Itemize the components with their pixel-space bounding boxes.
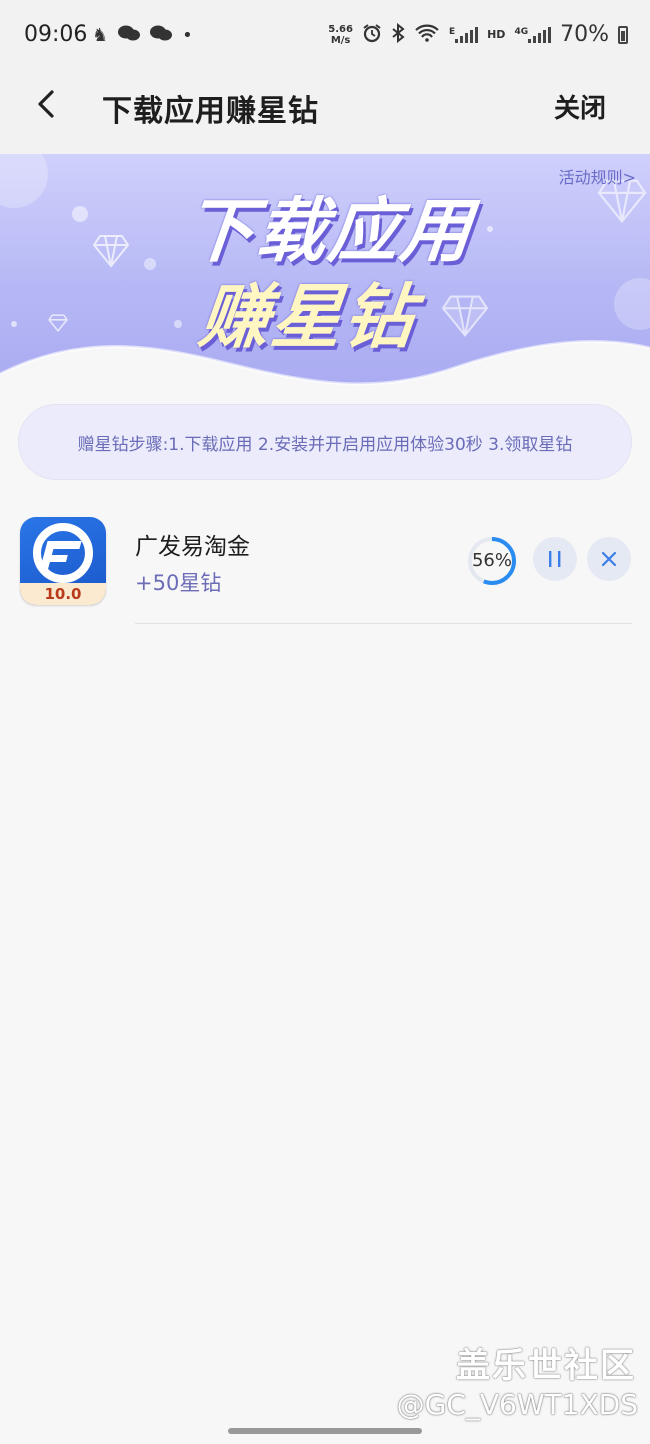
back-button[interactable] [30,84,70,124]
battery-icon [618,25,628,44]
app-header: 下载应用赚星钻 关闭 [0,70,650,154]
pause-icon [549,551,561,567]
status-time: 09:06 [24,22,88,47]
hd-label: HD [487,28,506,41]
chevron-left-icon [38,90,54,118]
pause-button[interactable] [533,537,577,581]
signal-bars-icon-2 [528,26,552,43]
steps-text: 赠星钻步骤:1.下载应用 2.安装并开启用应用体验30秒 3.领取星钻 [77,434,573,455]
watermark-user: @GC_V6WT1XDS [396,1388,638,1421]
app-logo-icon: 10.0 [20,517,106,605]
status-bar: 09:06 ♞ • 5.66 M/s E HD 4G 70% [0,0,650,70]
steps-instructions: 赠星钻步骤:1.下载应用 2.安装并开启用应用体验30秒 3.领取星钻 [18,404,632,480]
list-item[interactable]: 10.0 广发易淘金 +50星钻 56% [0,505,650,625]
banner-wave [0,340,650,404]
home-indicator[interactable] [228,1428,422,1434]
network-speed: 5.66 M/s [328,24,353,46]
more-dot-icon: • [182,24,193,46]
gf-logo-icon [33,523,93,583]
wechat-icon-2 [150,24,173,47]
notification-icons: ♞ • [92,24,193,47]
cancel-download-button[interactable] [587,537,631,581]
bluetooth-icon [391,22,405,47]
app-notification-icon: ♞ [92,24,109,46]
wechat-icon [118,24,141,47]
signal-2: 4G [514,26,552,43]
signal-1: E [449,26,479,43]
close-icon [601,551,617,567]
speed-value: 5.66 [328,23,353,35]
banner-headline-line1: 下载应用 [180,190,477,272]
download-progress-text: 56% [471,550,512,571]
close-button[interactable]: 关闭 [554,88,606,125]
status-right: 5.66 M/s E HD 4G 70% [328,22,628,47]
speed-unit: M/s [330,34,351,46]
battery-percent: 70% [560,22,609,47]
alarm-icon [362,23,382,47]
app-name: 广发易淘金 [135,534,250,560]
row-divider [135,623,632,624]
wifi-icon [414,23,440,47]
network-type-4g: 4G [514,26,529,37]
page-title: 下载应用赚星钻 [102,94,319,129]
activity-rules-link[interactable]: 活动规则> [559,164,636,188]
watermark-brand: 盖乐世社区 [456,1346,636,1386]
signal-bars-icon [455,26,479,43]
promo-banner: 下载应用 赚星钻 活动规则> [0,154,650,404]
app-version-badge: 10.0 [20,583,106,605]
diamond-icon [92,235,130,268]
app-reward: +50星钻 [135,571,222,595]
